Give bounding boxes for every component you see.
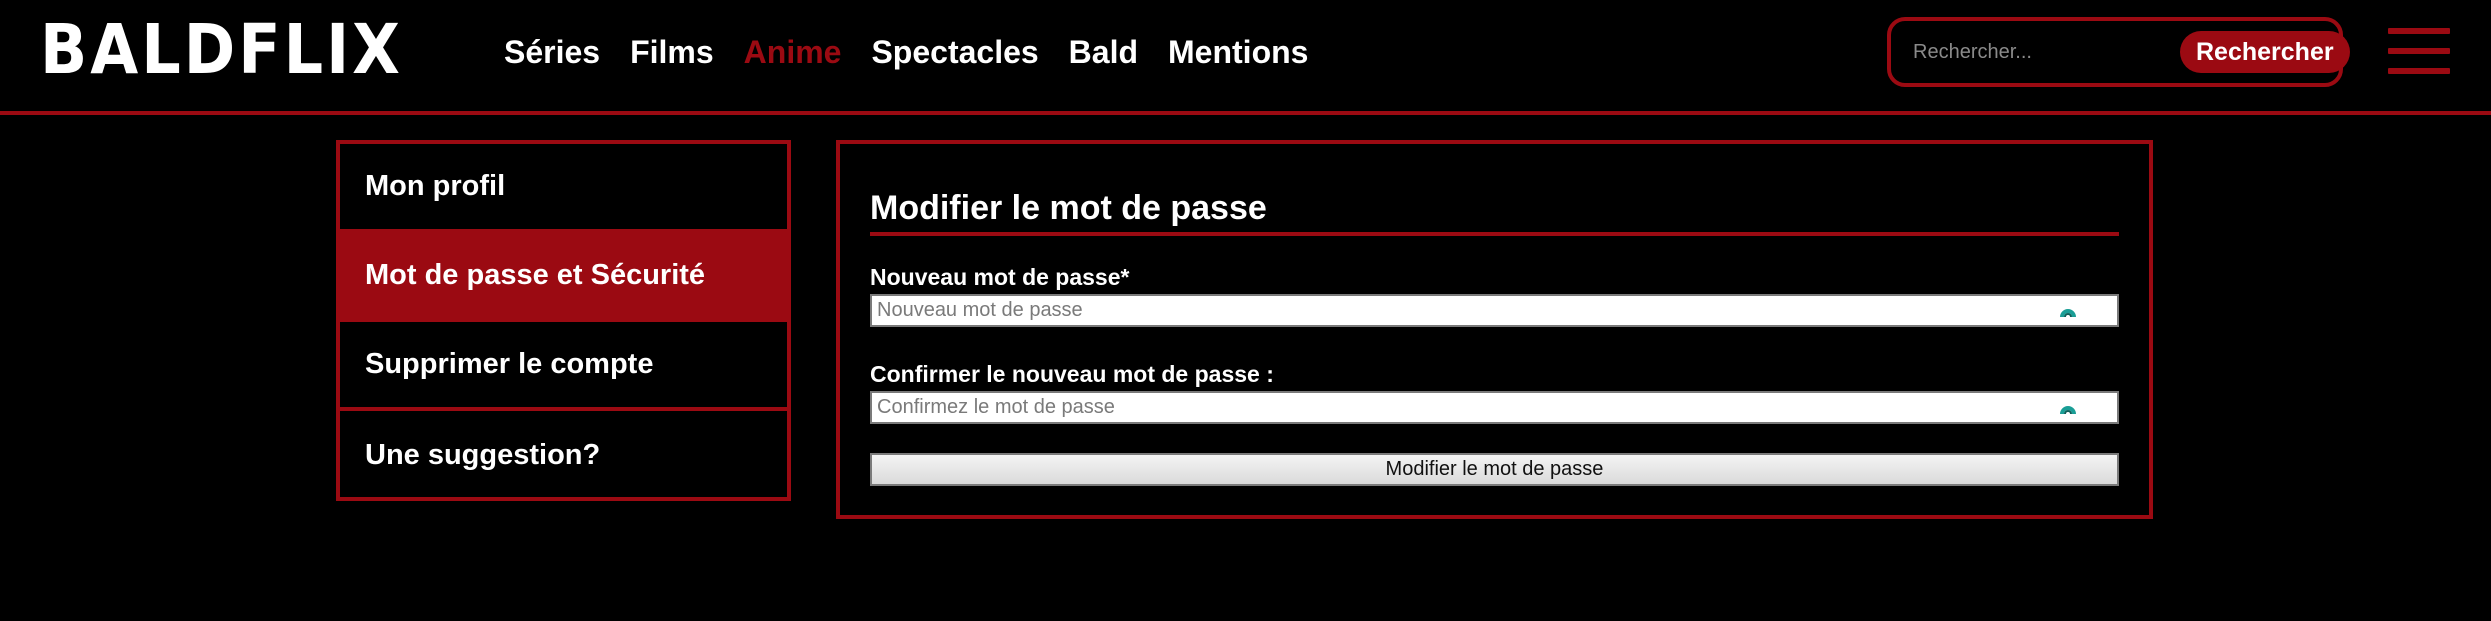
sidebar-item-supprimer-compte[interactable]: Supprimer le compte — [340, 322, 787, 411]
confirm-password-label: Confirmer le nouveau mot de passe : — [870, 361, 1274, 387]
hamburger-line — [2388, 28, 2450, 34]
new-password-input[interactable] — [877, 299, 2057, 322]
hamburger-menu-icon[interactable] — [2388, 28, 2450, 74]
nav-link-series[interactable]: Séries — [504, 28, 600, 76]
submit-change-password-button[interactable]: Modifier le mot de passe — [870, 453, 2119, 486]
change-password-panel: Modifier le mot de passe Nouveau mot de … — [836, 140, 2153, 519]
account-sidebar: Mon profil Mot de passe et Sécurité Supp… — [336, 140, 791, 501]
main-nav: Séries Films Anime Spectacles Bald Menti… — [504, 28, 1308, 76]
sidebar-item-mot-de-passe-securite[interactable]: Mot de passe et Sécurité — [340, 233, 787, 322]
new-password-label: Nouveau mot de passe* — [870, 264, 1130, 290]
site-header: BALDFLIX Séries Films Anime Spectacles B… — [0, 0, 2491, 115]
nav-link-mentions[interactable]: Mentions — [1168, 28, 1308, 76]
search-button[interactable]: Rechercher — [2180, 31, 2350, 73]
hamburger-line — [2388, 48, 2450, 54]
password-manager-icon[interactable] — [2057, 300, 2079, 322]
nav-link-films[interactable]: Films — [630, 28, 714, 76]
baldflix-logo[interactable]: BALDFLIX — [40, 9, 403, 89]
search-form: Rechercher — [1887, 17, 2350, 87]
confirm-password-input[interactable] — [877, 396, 2057, 419]
hamburger-line — [2388, 68, 2450, 74]
page-title: Modifier le mot de passe — [870, 186, 2119, 236]
password-manager-icon[interactable] — [2057, 397, 2079, 419]
nav-link-bald[interactable]: Bald — [1069, 28, 1138, 76]
search-input[interactable] — [1911, 30, 2180, 74]
sidebar-item-mon-profil[interactable]: Mon profil — [340, 144, 787, 233]
sidebar-item-suggestion[interactable]: Une suggestion? — [340, 411, 787, 500]
new-password-field-wrapper — [870, 294, 2119, 327]
confirm-password-field-wrapper — [870, 391, 2119, 424]
nav-link-anime[interactable]: Anime — [744, 28, 842, 76]
nav-link-spectacles[interactable]: Spectacles — [871, 28, 1038, 76]
